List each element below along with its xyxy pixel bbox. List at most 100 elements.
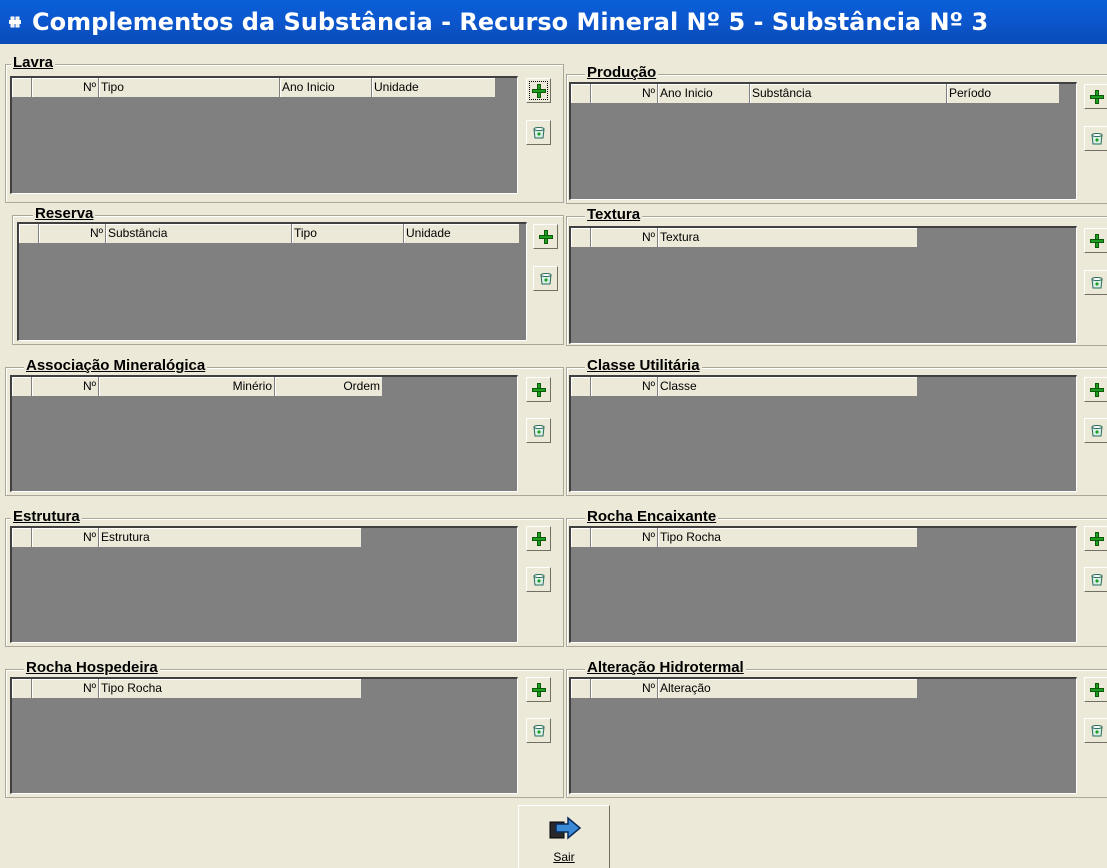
plus-icon bbox=[531, 382, 546, 397]
exit-label: Sair bbox=[553, 850, 575, 864]
rocha-encaixante-grid[interactable]: Nº Tipo Rocha bbox=[569, 526, 1077, 643]
col-indicator[interactable] bbox=[571, 528, 591, 548]
col-numero[interactable]: Nº bbox=[39, 224, 106, 244]
col-periodo[interactable]: Período bbox=[947, 84, 1060, 104]
col-textura[interactable]: Textura bbox=[658, 228, 918, 248]
reserva-grid[interactable]: Nº Substância Tipo Unidade bbox=[17, 222, 527, 341]
col-alteracao[interactable]: Alteração bbox=[658, 679, 918, 699]
plus-icon bbox=[1089, 682, 1104, 697]
plus-icon bbox=[538, 229, 553, 244]
reserva-add-button[interactable] bbox=[533, 224, 558, 249]
col-indicator[interactable] bbox=[12, 528, 32, 548]
rocha-encaixante-delete-button[interactable] bbox=[1084, 567, 1107, 592]
col-indicator[interactable] bbox=[19, 224, 39, 244]
col-unidade[interactable]: Unidade bbox=[404, 224, 520, 244]
estrutura-delete-button[interactable] bbox=[526, 567, 551, 592]
group-title: Classe Utilitária bbox=[585, 357, 702, 374]
lavra-grid[interactable]: Nº Tipo Ano Inicio Unidade bbox=[10, 76, 518, 194]
producao-delete-button[interactable] bbox=[1084, 126, 1107, 151]
col-numero[interactable]: Nº bbox=[591, 528, 658, 548]
group-title: Alteração Hidrotermal bbox=[585, 659, 746, 676]
rocha-encaixante-header: Nº Tipo Rocha bbox=[571, 528, 918, 548]
bin-icon bbox=[1090, 573, 1103, 585]
rocha-hospedeira-grid[interactable]: Nº Tipo Rocha bbox=[10, 677, 518, 794]
col-numero[interactable]: Nº bbox=[32, 78, 99, 98]
bin-icon bbox=[1090, 424, 1103, 436]
title-bar: Complementos da Substância - Recurso Min… bbox=[0, 0, 1107, 44]
associacao-grid[interactable]: Nº Minério Ordem bbox=[10, 375, 518, 492]
bin-icon bbox=[532, 424, 545, 436]
plus-icon bbox=[531, 682, 546, 697]
col-indicator[interactable] bbox=[571, 84, 591, 104]
classe-add-button[interactable] bbox=[1084, 377, 1107, 402]
rocha-hospedeira-header: Nº Tipo Rocha bbox=[12, 679, 362, 699]
producao-grid[interactable]: Nº Ano Inicio Substância Período bbox=[569, 82, 1077, 200]
bin-icon bbox=[1090, 132, 1103, 144]
col-estrutura[interactable]: Estrutura bbox=[99, 528, 362, 548]
bin-icon bbox=[532, 724, 545, 736]
col-indicator[interactable] bbox=[12, 78, 32, 98]
classe-grid[interactable]: Nº Classe bbox=[569, 375, 1077, 492]
plus-icon bbox=[1089, 233, 1104, 248]
bin-icon bbox=[532, 573, 545, 585]
exit-arrow-icon bbox=[549, 816, 582, 840]
col-substancia[interactable]: Substância bbox=[750, 84, 947, 104]
textura-add-button[interactable] bbox=[1084, 228, 1107, 253]
col-numero[interactable]: Nº bbox=[591, 84, 658, 104]
col-classe[interactable]: Classe bbox=[658, 377, 918, 397]
col-tipo[interactable]: Tipo bbox=[292, 224, 404, 244]
lavra-header: Nº Tipo Ano Inicio Unidade bbox=[12, 78, 496, 98]
associacao-delete-button[interactable] bbox=[526, 418, 551, 443]
exit-button[interactable]: Sair bbox=[518, 805, 610, 868]
col-indicator[interactable] bbox=[12, 377, 32, 397]
classe-header: Nº Classe bbox=[571, 377, 918, 397]
rocha-hospedeira-add-button[interactable] bbox=[526, 677, 551, 702]
col-tipo[interactable]: Tipo bbox=[99, 78, 280, 98]
group-title: Produção bbox=[585, 64, 659, 81]
col-substancia[interactable]: Substância bbox=[106, 224, 292, 244]
col-minerio[interactable]: Minério bbox=[99, 377, 275, 397]
bin-icon bbox=[1090, 276, 1103, 288]
producao-add-button[interactable] bbox=[1084, 84, 1107, 109]
estrutura-grid[interactable]: Nº Estrutura bbox=[10, 526, 518, 643]
lavra-delete-button[interactable] bbox=[526, 120, 551, 145]
col-indicator[interactable] bbox=[571, 228, 591, 248]
col-numero[interactable]: Nº bbox=[32, 528, 99, 548]
classe-delete-button[interactable] bbox=[1084, 418, 1107, 443]
col-ordem[interactable]: Ordem bbox=[275, 377, 383, 397]
alteracao-add-button[interactable] bbox=[1084, 677, 1107, 702]
col-unidade[interactable]: Unidade bbox=[372, 78, 496, 98]
rocha-hospedeira-delete-button[interactable] bbox=[526, 718, 551, 743]
group-title: Reserva bbox=[33, 205, 96, 222]
col-indicator[interactable] bbox=[571, 679, 591, 699]
textura-grid[interactable]: Nº Textura bbox=[569, 226, 1077, 344]
alteracao-header: Nº Alteração bbox=[571, 679, 918, 699]
plus-icon bbox=[531, 531, 546, 546]
plus-icon bbox=[1089, 382, 1104, 397]
lavra-add-button[interactable] bbox=[526, 78, 551, 103]
bin-icon bbox=[532, 126, 545, 138]
estrutura-add-button[interactable] bbox=[526, 526, 551, 551]
col-tipo-rocha[interactable]: Tipo Rocha bbox=[99, 679, 362, 699]
alteracao-delete-button[interactable] bbox=[1084, 718, 1107, 743]
producao-header: Nº Ano Inicio Substância Período bbox=[571, 84, 1060, 104]
textura-delete-button[interactable] bbox=[1084, 270, 1107, 295]
col-numero[interactable]: Nº bbox=[591, 228, 658, 248]
col-ano-inicio[interactable]: Ano Inicio bbox=[280, 78, 372, 98]
col-numero[interactable]: Nº bbox=[591, 377, 658, 397]
group-title: Rocha Hospedeira bbox=[24, 659, 160, 676]
plus-icon bbox=[1089, 531, 1104, 546]
reserva-delete-button[interactable] bbox=[533, 266, 558, 291]
col-numero[interactable]: Nº bbox=[591, 679, 658, 699]
col-tipo-rocha[interactable]: Tipo Rocha bbox=[658, 528, 918, 548]
col-indicator[interactable] bbox=[571, 377, 591, 397]
col-numero[interactable]: Nº bbox=[32, 377, 99, 397]
col-ano-inicio[interactable]: Ano Inicio bbox=[658, 84, 750, 104]
window-title: Complementos da Substância - Recurso Min… bbox=[32, 8, 989, 36]
rocha-encaixante-add-button[interactable] bbox=[1084, 526, 1107, 551]
col-numero[interactable]: Nº bbox=[32, 679, 99, 699]
alteracao-grid[interactable]: Nº Alteração bbox=[569, 677, 1077, 794]
col-indicator[interactable] bbox=[12, 679, 32, 699]
associacao-add-button[interactable] bbox=[526, 377, 551, 402]
bin-icon bbox=[1090, 724, 1103, 736]
